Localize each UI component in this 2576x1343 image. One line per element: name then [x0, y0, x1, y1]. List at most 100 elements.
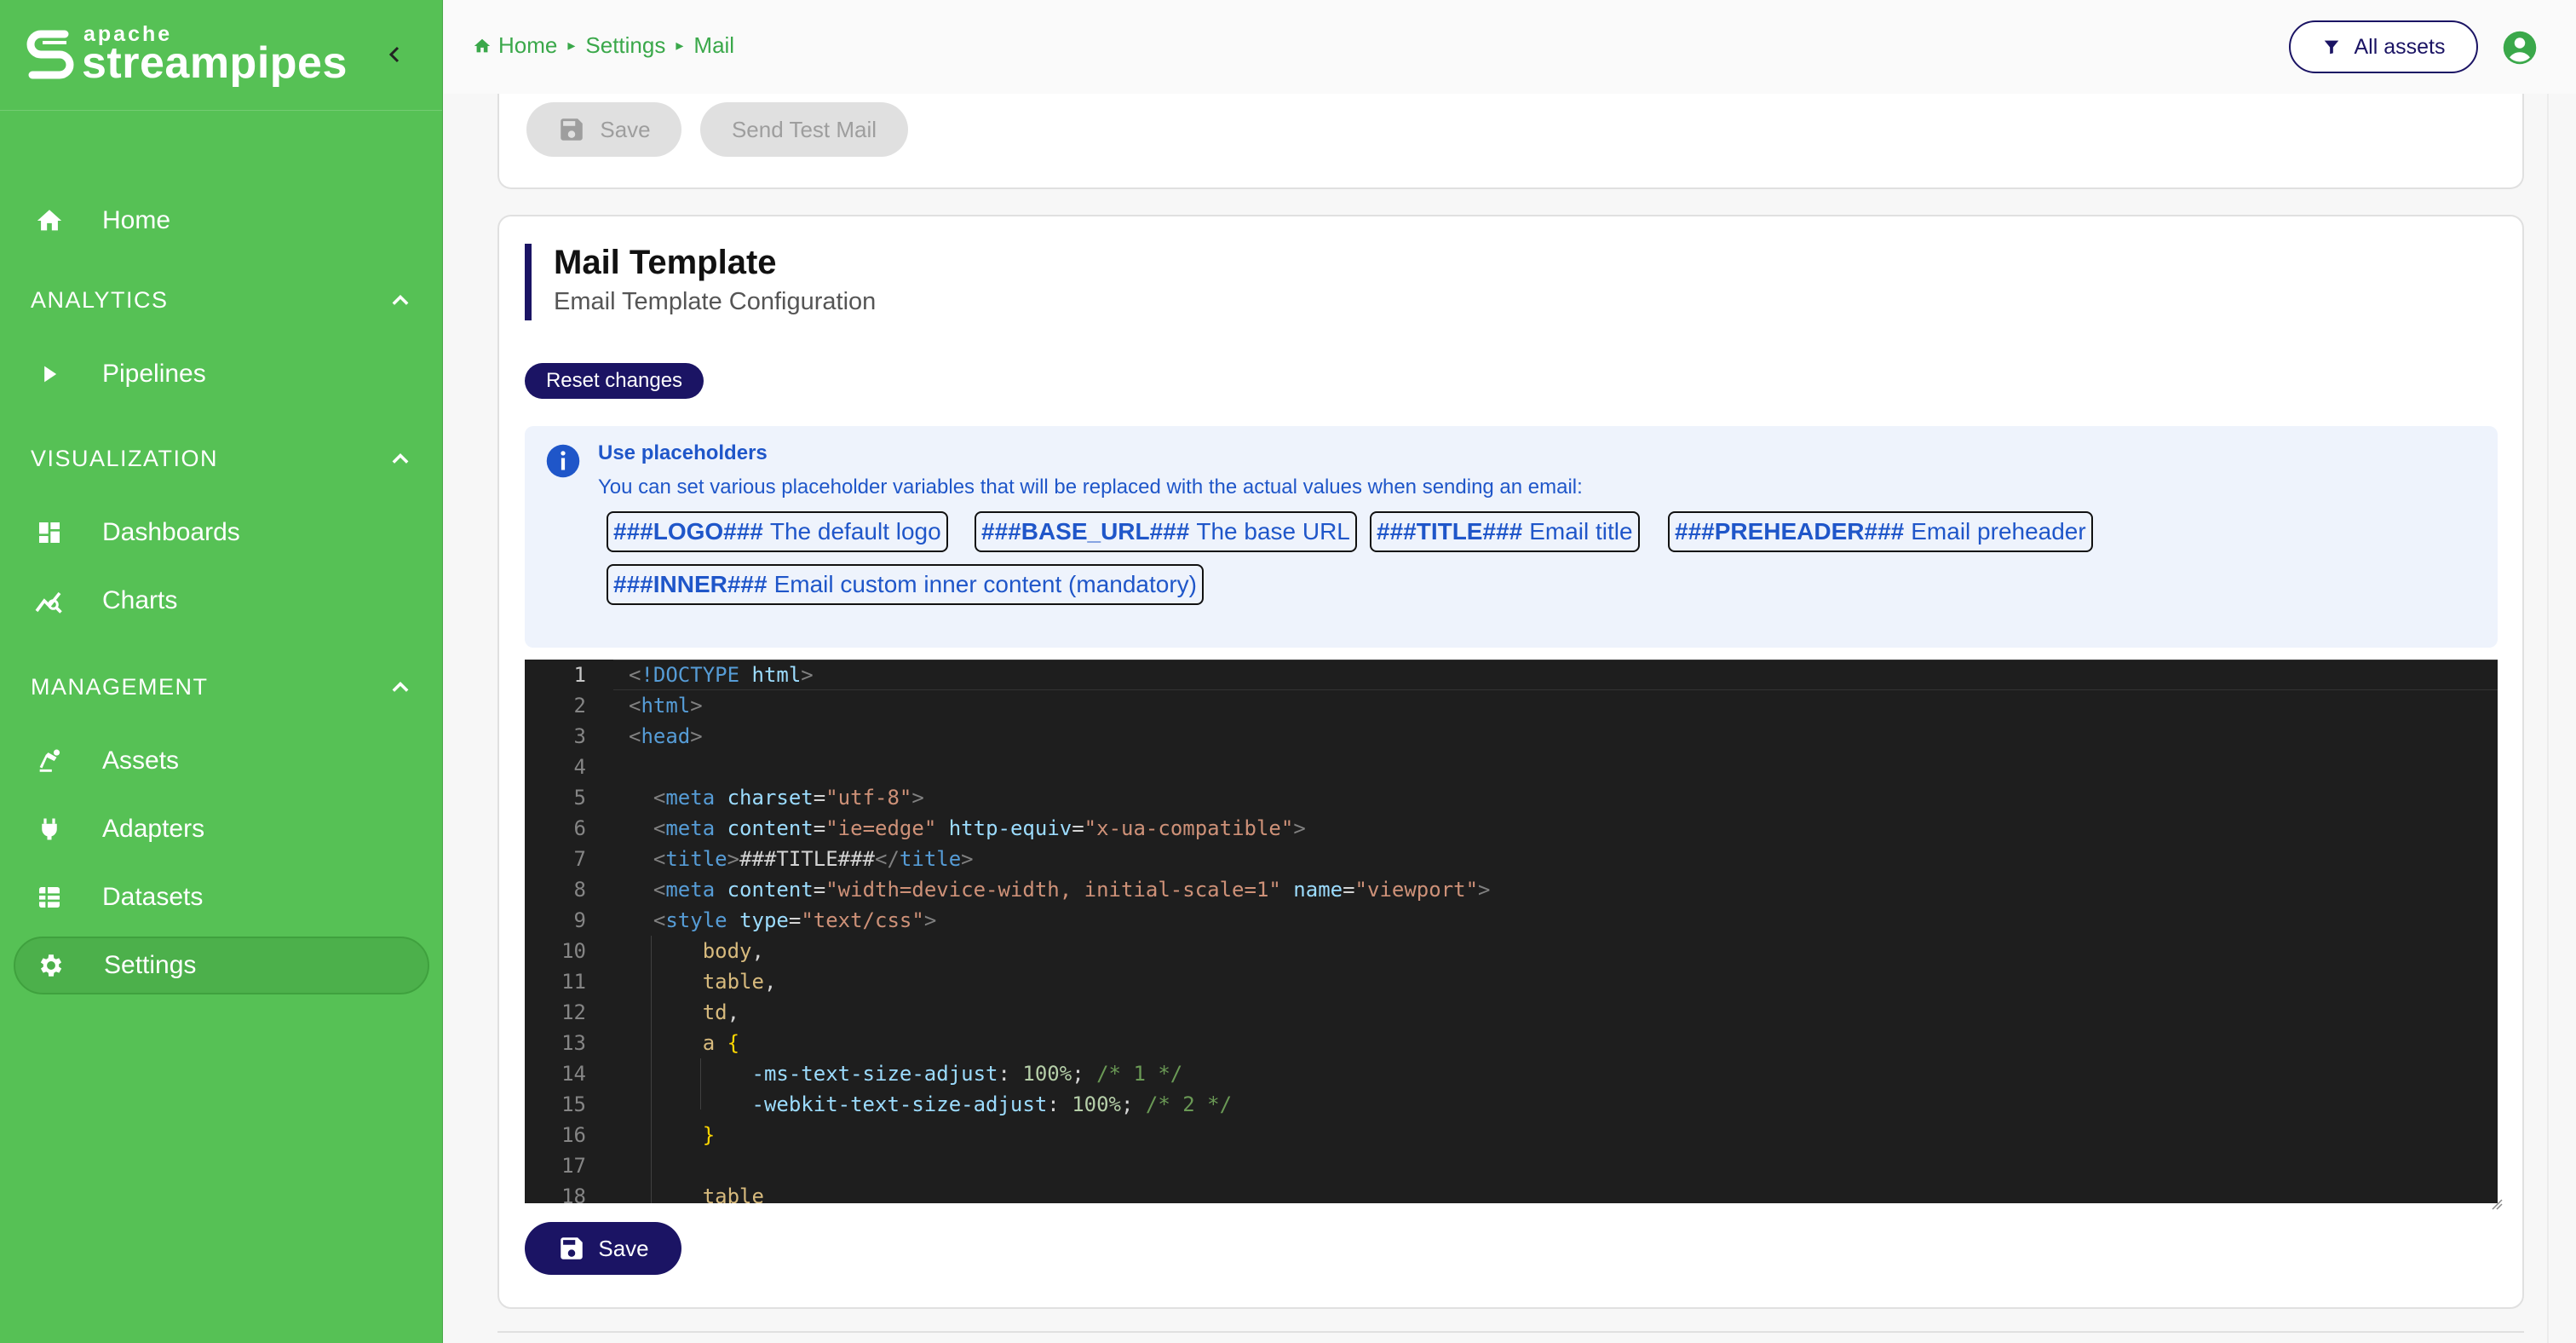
sidebar-item-charts[interactable]: Charts	[14, 572, 429, 630]
dashboard-icon	[32, 516, 66, 550]
sidebar-item-pipelines[interactable]: Pipelines	[14, 345, 429, 403]
all-assets-button[interactable]: All assets	[2289, 20, 2478, 73]
code-text: table	[702, 1184, 764, 1203]
mail-save-label: Save	[600, 116, 651, 142]
breadcrumb-mail[interactable]: Mail	[693, 32, 734, 59]
sidebar-item-label: Assets	[102, 746, 180, 775]
code-line[interactable]: 4	[525, 752, 2498, 782]
play-icon	[32, 357, 66, 391]
code-line[interactable]: 1 <!DOCTYPE html>	[525, 660, 2498, 690]
line-number: 6	[573, 816, 586, 840]
line-number: 17	[561, 1154, 586, 1178]
placeholder-chip: ###BASE_URL### The base URL	[975, 511, 1357, 552]
breadcrumb-settings[interactable]: Settings	[585, 32, 665, 59]
current-line-highlight	[613, 660, 2498, 690]
code-line[interactable]: 10 body,	[525, 936, 2498, 966]
code-line[interactable]: 13 a {	[525, 1028, 2498, 1058]
sidebar-item-label: Adapters	[102, 815, 205, 843]
code-line[interactable]: 18 table	[525, 1181, 2498, 1203]
sidebar-item-assets[interactable]: Assets	[14, 732, 429, 790]
code-line[interactable]: 11 table,	[525, 966, 2498, 997]
code-text: <!DOCTYPE html>	[629, 663, 814, 687]
sidebar-item-home[interactable]: Home	[14, 192, 429, 250]
streampipes-logo-icon	[26, 30, 74, 79]
line-number: 14	[561, 1062, 586, 1086]
chevron-up-icon	[392, 453, 409, 464]
home-icon	[32, 204, 66, 238]
sidebar-item-dashboards[interactable]: Dashboards	[14, 504, 429, 562]
code-line[interactable]: 12 td,	[525, 997, 2498, 1028]
sidebar-item-label: Datasets	[102, 883, 204, 911]
breadcrumb: Home ▸ Settings ▸ Mail	[473, 32, 734, 59]
sidebar-item-label: Pipelines	[102, 360, 206, 388]
line-number: 15	[561, 1092, 586, 1116]
code-editor[interactable]: 1 <!DOCTYPE html> 2 <html> 3 <head> 4 5 <meta c…	[525, 660, 2498, 1203]
send-test-mail-button[interactable]: Send Test Mail	[700, 102, 908, 157]
chart-icon	[32, 584, 66, 618]
save-icon	[561, 118, 584, 141]
code-line[interactable]: 5 <meta charset="utf-8">	[525, 782, 2498, 813]
placeholder-key: ###PREHEADER###	[1675, 518, 1905, 545]
sidebar-item-datasets[interactable]: Datasets	[14, 868, 429, 926]
line-number: 5	[573, 786, 586, 810]
line-number: 7	[573, 847, 586, 871]
logo-area: apache streampipes	[0, 0, 442, 111]
title-accent-bar	[525, 244, 532, 320]
template-save-button[interactable]: Save	[525, 1222, 681, 1275]
code-line[interactable]: 15 -webkit-text-size-adjust: 100%; /* 2 …	[525, 1089, 2498, 1120]
placeholder-desc: The base URL	[1196, 518, 1350, 545]
section-title: VISUALIZATION	[31, 445, 219, 471]
placeholder-desc: The default logo	[769, 518, 941, 545]
line-number: 13	[561, 1031, 586, 1055]
next-card-edge	[497, 1331, 2524, 1333]
collapse-sidebar-button[interactable]	[378, 37, 412, 72]
placeholder-desc: Email custom inner content (mandatory)	[773, 571, 1197, 597]
chevron-left-icon	[388, 46, 400, 63]
line-number: 4	[573, 755, 586, 779]
placeholder-key: ###INNER###	[613, 571, 768, 597]
code-line[interactable]: 16 }	[525, 1120, 2498, 1150]
breadcrumb-separator-icon: ▸	[676, 37, 684, 54]
section-management[interactable]: MANAGEMENT	[31, 666, 412, 708]
line-number: 1	[573, 663, 586, 687]
gear-icon	[34, 948, 68, 983]
code-line[interactable]: 6 <meta content="ie=edge" http-equiv="x-…	[525, 813, 2498, 844]
section-visualization[interactable]: VISUALIZATION	[31, 437, 412, 480]
line-number: 9	[573, 908, 586, 932]
code-line[interactable]: 3 <head>	[525, 721, 2498, 752]
code-line[interactable]: 7 <title>###TITLE###</title>	[525, 844, 2498, 874]
code-text: <head>	[629, 724, 703, 748]
line-number: 18	[561, 1184, 586, 1203]
code-line[interactable]: 8 <meta content="width=device-width, ini…	[525, 874, 2498, 905]
resize-handle-icon[interactable]	[2491, 1198, 2503, 1210]
code-line[interactable]: 9 <style type="text/css">	[525, 905, 2498, 936]
code-line[interactable]: 2 <html>	[525, 690, 2498, 721]
brand-name: streampipes	[82, 38, 348, 88]
info-text: You can set various placeholder variable…	[598, 476, 1583, 499]
sidebar: apache streampipes Home ANALYTICS Pipeli…	[0, 0, 443, 1343]
sidebar-item-settings[interactable]: Settings	[14, 937, 429, 994]
code-text: body,	[702, 939, 764, 963]
code-text: -ms-text-size-adjust: 100%; /* 1 */	[751, 1062, 1183, 1086]
code-line[interactable]: 17	[525, 1150, 2498, 1181]
code-line[interactable]: 14 -ms-text-size-adjust: 100%; /* 1 */	[525, 1058, 2498, 1089]
sidebar-item-adapters[interactable]: Adapters	[14, 800, 429, 858]
topbar: Home ▸ Settings ▸ Mail All assets	[444, 0, 2576, 94]
sidebar-item-label: Home	[102, 206, 171, 234]
breadcrumb-home[interactable]: Home	[498, 32, 557, 59]
placeholder-chip: ###PREHEADER### Email preheader	[1668, 511, 2093, 552]
scroll-track	[2547, 94, 2549, 1343]
code-text: <meta content="ie=edge" http-equiv="x-ua…	[653, 816, 1306, 840]
send-test-mail-label: Send Test Mail	[731, 116, 877, 142]
placeholder-desc: Email title	[1529, 518, 1633, 545]
reset-changes-button[interactable]: Reset changes	[525, 363, 704, 399]
section-analytics[interactable]: ANALYTICS	[31, 279, 412, 321]
chevron-up-icon	[392, 295, 409, 305]
code-text: }	[702, 1123, 716, 1147]
account-circle-icon[interactable]	[2501, 29, 2539, 66]
line-number: 2	[573, 694, 586, 718]
code-text: <title>###TITLE###</title>	[653, 847, 974, 871]
line-number: 12	[561, 1000, 586, 1024]
code-text: <style type="text/css">	[653, 908, 937, 932]
mail-save-button[interactable]: Save	[526, 102, 681, 157]
